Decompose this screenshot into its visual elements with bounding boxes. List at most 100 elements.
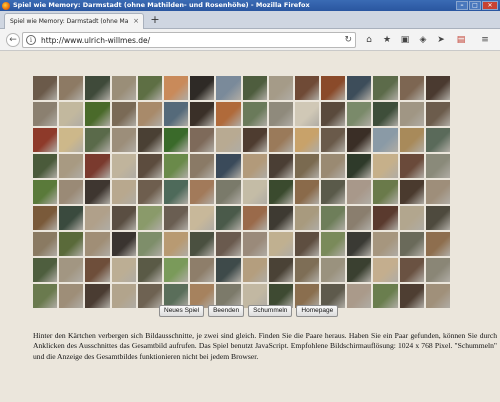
memory-tile[interactable] bbox=[373, 180, 398, 204]
memory-tile[interactable] bbox=[137, 180, 162, 204]
memory-tile[interactable] bbox=[347, 258, 372, 282]
memory-tile[interactable] bbox=[33, 154, 58, 178]
new-tab-button[interactable]: + bbox=[148, 14, 162, 27]
memory-tile[interactable] bbox=[399, 206, 424, 230]
memory-tile[interactable] bbox=[268, 258, 293, 282]
memory-tile[interactable] bbox=[347, 232, 372, 256]
memory-tile[interactable] bbox=[59, 232, 84, 256]
memory-tile[interactable] bbox=[33, 76, 58, 100]
memory-tile[interactable] bbox=[85, 128, 110, 152]
memory-tile[interactable] bbox=[216, 128, 241, 152]
memory-tile[interactable] bbox=[399, 180, 424, 204]
maximize-button[interactable]: □ bbox=[469, 1, 481, 10]
memory-tile[interactable] bbox=[190, 154, 215, 178]
cheat-button[interactable]: Schummeln bbox=[248, 305, 293, 317]
memory-tile[interactable] bbox=[321, 76, 346, 100]
memory-tile[interactable] bbox=[321, 102, 346, 126]
memory-tile[interactable] bbox=[425, 232, 450, 256]
memory-tile[interactable] bbox=[85, 180, 110, 204]
memory-tile[interactable] bbox=[399, 102, 424, 126]
memory-tile[interactable] bbox=[399, 154, 424, 178]
memory-tile[interactable] bbox=[399, 284, 424, 308]
memory-tile[interactable] bbox=[59, 154, 84, 178]
memory-tile[interactable] bbox=[85, 102, 110, 126]
memory-tile[interactable] bbox=[33, 258, 58, 282]
memory-tile[interactable] bbox=[347, 76, 372, 100]
memory-tile[interactable] bbox=[163, 76, 189, 100]
url-bar[interactable]: i http://www.ulrich-willmes.de/ ↻ bbox=[22, 32, 356, 48]
memory-tile[interactable] bbox=[33, 180, 58, 204]
memory-tile[interactable] bbox=[347, 154, 372, 178]
memory-tile[interactable] bbox=[216, 76, 241, 100]
memory-tile[interactable] bbox=[111, 284, 136, 308]
memory-tile[interactable] bbox=[59, 102, 84, 126]
tab-close-icon[interactable]: × bbox=[133, 14, 139, 29]
memory-tile[interactable] bbox=[294, 258, 320, 282]
memory-tile[interactable] bbox=[111, 154, 136, 178]
memory-tile[interactable] bbox=[85, 206, 110, 230]
reload-button[interactable]: ↻ bbox=[344, 33, 352, 47]
memory-tile[interactable] bbox=[268, 154, 293, 178]
memory-tile[interactable] bbox=[268, 206, 293, 230]
star-icon[interactable]: ★ bbox=[380, 33, 394, 47]
memory-tile[interactable] bbox=[216, 154, 241, 178]
memory-tile[interactable] bbox=[373, 206, 398, 230]
memory-tile[interactable] bbox=[294, 76, 320, 100]
memory-tile[interactable] bbox=[137, 206, 162, 230]
memory-tile[interactable] bbox=[242, 102, 267, 126]
memory-tile[interactable] bbox=[190, 180, 215, 204]
send-icon[interactable]: ➤ bbox=[434, 33, 448, 47]
memory-tile[interactable] bbox=[85, 232, 110, 256]
memory-tile[interactable] bbox=[242, 232, 267, 256]
memory-tile[interactable] bbox=[242, 180, 267, 204]
memory-tile[interactable] bbox=[85, 284, 110, 308]
memory-tile[interactable] bbox=[399, 258, 424, 282]
memory-tile[interactable] bbox=[242, 76, 267, 100]
memory-tile[interactable] bbox=[242, 128, 267, 152]
memory-tile[interactable] bbox=[425, 284, 450, 308]
memory-tile[interactable] bbox=[347, 128, 372, 152]
memory-tile[interactable] bbox=[163, 180, 189, 204]
memory-tile[interactable] bbox=[163, 128, 189, 152]
memory-tile[interactable] bbox=[294, 102, 320, 126]
memory-tile[interactable] bbox=[216, 102, 241, 126]
memory-tile[interactable] bbox=[294, 128, 320, 152]
memory-tile[interactable] bbox=[347, 284, 372, 308]
memory-tile[interactable] bbox=[163, 102, 189, 126]
memory-tile[interactable] bbox=[59, 284, 84, 308]
memory-tile[interactable] bbox=[59, 206, 84, 230]
memory-tile[interactable] bbox=[111, 232, 136, 256]
memory-tile[interactable] bbox=[268, 180, 293, 204]
memory-tile[interactable] bbox=[111, 128, 136, 152]
memory-tile[interactable] bbox=[137, 232, 162, 256]
memory-tile[interactable] bbox=[85, 76, 110, 100]
memory-tile[interactable] bbox=[33, 232, 58, 256]
memory-tile[interactable] bbox=[321, 154, 346, 178]
memory-tile[interactable] bbox=[85, 258, 110, 282]
memory-tile[interactable] bbox=[399, 76, 424, 100]
memory-tile[interactable] bbox=[59, 128, 84, 152]
memory-tile[interactable] bbox=[190, 258, 215, 282]
memory-tile[interactable] bbox=[111, 258, 136, 282]
memory-tile[interactable] bbox=[111, 180, 136, 204]
memory-tile[interactable] bbox=[268, 232, 293, 256]
memory-tile[interactable] bbox=[111, 102, 136, 126]
memory-tile[interactable] bbox=[373, 76, 398, 100]
new-game-button[interactable]: Neues Spiel bbox=[159, 305, 205, 317]
memory-tile[interactable] bbox=[373, 128, 398, 152]
memory-tile[interactable] bbox=[137, 258, 162, 282]
memory-tile[interactable] bbox=[425, 102, 450, 126]
memory-tile[interactable] bbox=[59, 76, 84, 100]
memory-tile[interactable] bbox=[190, 206, 215, 230]
memory-tile[interactable] bbox=[294, 154, 320, 178]
memory-tile[interactable] bbox=[137, 76, 162, 100]
memory-tile[interactable] bbox=[294, 232, 320, 256]
memory-tile[interactable] bbox=[190, 76, 215, 100]
memory-tile[interactable] bbox=[399, 232, 424, 256]
end-game-button[interactable]: Beenden bbox=[208, 305, 245, 317]
memory-tile[interactable] bbox=[216, 206, 241, 230]
memory-tile[interactable] bbox=[425, 206, 450, 230]
memory-tile[interactable] bbox=[163, 206, 189, 230]
memory-tile[interactable] bbox=[33, 284, 58, 308]
memory-tile[interactable] bbox=[190, 102, 215, 126]
